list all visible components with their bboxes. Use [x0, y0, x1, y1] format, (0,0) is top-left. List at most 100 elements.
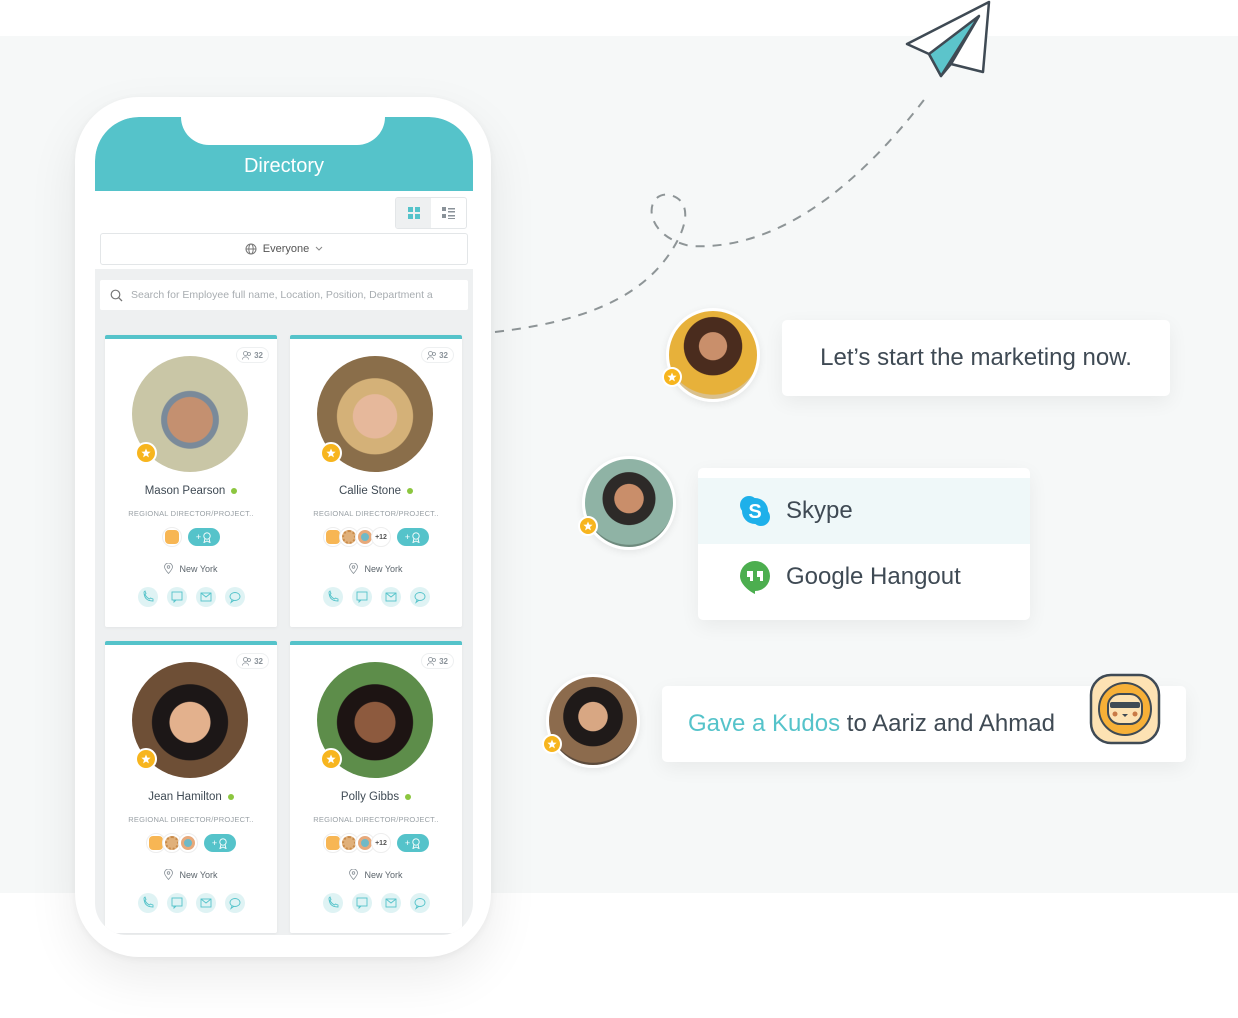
employee-card[interactable]: 32 Jean Hamilton REGIONAL DIRECTOR/PROJE…: [105, 641, 277, 933]
grid-view-button[interactable]: [396, 198, 431, 228]
contact-actions: [105, 893, 277, 913]
view-toggle: [395, 197, 467, 229]
chat-button[interactable]: [224, 587, 245, 607]
chevron-down-icon: [315, 246, 323, 251]
phone-icon: [328, 590, 338, 602]
paper-plane-icon: [905, 0, 991, 78]
phone-notch: [181, 117, 385, 145]
kudos-action-link[interactable]: Gave a Kudos: [688, 710, 840, 737]
people-icon: [427, 656, 436, 666]
kudos-badge-sun: [162, 527, 182, 547]
employee-name[interactable]: Polly Gibbs: [341, 791, 399, 803]
give-kudos-button[interactable]: +: [204, 834, 236, 852]
give-kudos-button[interactable]: +: [397, 834, 429, 852]
employee-location: New York: [105, 869, 277, 880]
audience-dropdown[interactable]: Everyone: [100, 233, 468, 265]
phone-button[interactable]: [137, 893, 158, 913]
avatar-woman-1: [666, 308, 760, 402]
location-text: New York: [179, 869, 218, 880]
sms-button[interactable]: [166, 893, 187, 913]
phone-mockup: Directory Everyone Search for Employee f…: [75, 97, 491, 957]
more-kudos-count[interactable]: +12: [371, 833, 391, 853]
kudos-stack: [146, 833, 198, 853]
phone-button[interactable]: [322, 893, 343, 913]
give-kudos-button[interactable]: +: [188, 528, 220, 546]
online-status-dot: [231, 487, 238, 494]
list-view-button[interactable]: [431, 198, 466, 228]
followers-count: 32: [254, 656, 263, 666]
give-kudos-label: +: [211, 838, 218, 848]
location-pin-icon: [164, 869, 174, 880]
employee-card[interactable]: 32 Polly Gibbs REGIONAL DIRECTOR/PROJECT…: [290, 641, 462, 933]
employee-role: REGIONAL DIRECTOR/PROJECT..: [128, 509, 254, 518]
chat-icon: [414, 898, 425, 910]
email-button[interactable]: [380, 587, 401, 607]
online-status-dot: [407, 487, 413, 494]
star-badge: [662, 367, 682, 387]
chat-button[interactable]: [409, 587, 430, 607]
list-icon: [442, 207, 455, 219]
star-icon: [326, 448, 336, 458]
chat-button[interactable]: [409, 893, 430, 913]
grid-icon: [407, 207, 420, 219]
svg-text:S: S: [748, 501, 761, 523]
star-icon: [547, 739, 557, 749]
skype-option[interactable]: S Skype: [698, 478, 1030, 544]
sms-button[interactable]: [351, 587, 372, 607]
star-badge: [578, 516, 598, 536]
ring-kudos-icon: [358, 836, 372, 850]
avatar-man-2: [582, 456, 676, 550]
kudos-row: +12 +: [290, 833, 462, 853]
more-kudos-count[interactable]: +12: [371, 527, 391, 547]
employee-name[interactable]: Mason Pearson: [145, 485, 226, 497]
star-icon: [141, 448, 151, 458]
followers-count: 32: [439, 350, 448, 360]
people-icon: [242, 656, 251, 666]
google-hangout-option[interactable]: Google Hangout: [698, 544, 1030, 610]
employee-role: REGIONAL DIRECTOR/PROJECT..: [313, 509, 439, 518]
employee-location: New York: [290, 869, 462, 880]
award-icon: [203, 531, 211, 543]
lion-kudos-icon: [165, 836, 179, 850]
email-icon: [385, 898, 396, 908]
sms-button[interactable]: [166, 587, 187, 607]
contact-options-menu: S Skype Google Hangout: [698, 468, 1030, 620]
give-kudos-button[interactable]: +: [397, 528, 429, 546]
star-icon: [583, 521, 593, 531]
search-input[interactable]: [131, 289, 461, 301]
email-button[interactable]: [380, 893, 401, 913]
kudos-row: +12 +: [290, 527, 462, 547]
sms-icon: [356, 591, 367, 604]
employee-name[interactable]: Callie Stone: [339, 485, 401, 497]
employee-card[interactable]: 32 Mason Pearson REGIONAL DIRECTOR/PROJE…: [105, 335, 277, 627]
kudos-stack: [162, 527, 182, 547]
chat-button[interactable]: [224, 893, 245, 913]
message-bubble: Let’s start the marketing now.: [782, 320, 1170, 396]
sun-kudos-icon: [326, 530, 340, 544]
email-button[interactable]: [195, 893, 216, 913]
location-text: New York: [364, 563, 403, 574]
kudos-text: Gave a Kudos to Aariz and Ahmad: [688, 710, 1055, 738]
give-kudos-label: +: [404, 532, 411, 542]
phone-button[interactable]: [137, 587, 158, 607]
employee-name-row: Callie Stone: [290, 485, 462, 497]
sms-icon: [171, 591, 182, 604]
kudos-stack: +12: [323, 527, 391, 547]
location-text: New York: [179, 563, 218, 574]
employee-role: REGIONAL DIRECTOR/PROJECT..: [128, 815, 254, 824]
employee-card[interactable]: 32 Callie Stone REGIONAL DIRECTOR/PROJEC…: [290, 335, 462, 627]
online-status-dot: [405, 793, 412, 800]
phone-icon: [328, 896, 338, 908]
employee-role: REGIONAL DIRECTOR/PROJECT..: [313, 815, 439, 824]
sms-button[interactable]: [351, 893, 372, 913]
phone-button[interactable]: [322, 587, 343, 607]
give-kudos-label: +: [404, 838, 411, 848]
employee-location: New York: [290, 563, 462, 574]
google-hangout-icon: [740, 561, 770, 594]
employee-name[interactable]: Jean Hamilton: [148, 791, 222, 803]
sun-kudos-icon: [165, 530, 179, 544]
location-pin-icon: [164, 563, 174, 574]
online-status-dot: [227, 793, 234, 800]
email-button[interactable]: [195, 587, 216, 607]
app-header: Directory: [95, 117, 473, 191]
